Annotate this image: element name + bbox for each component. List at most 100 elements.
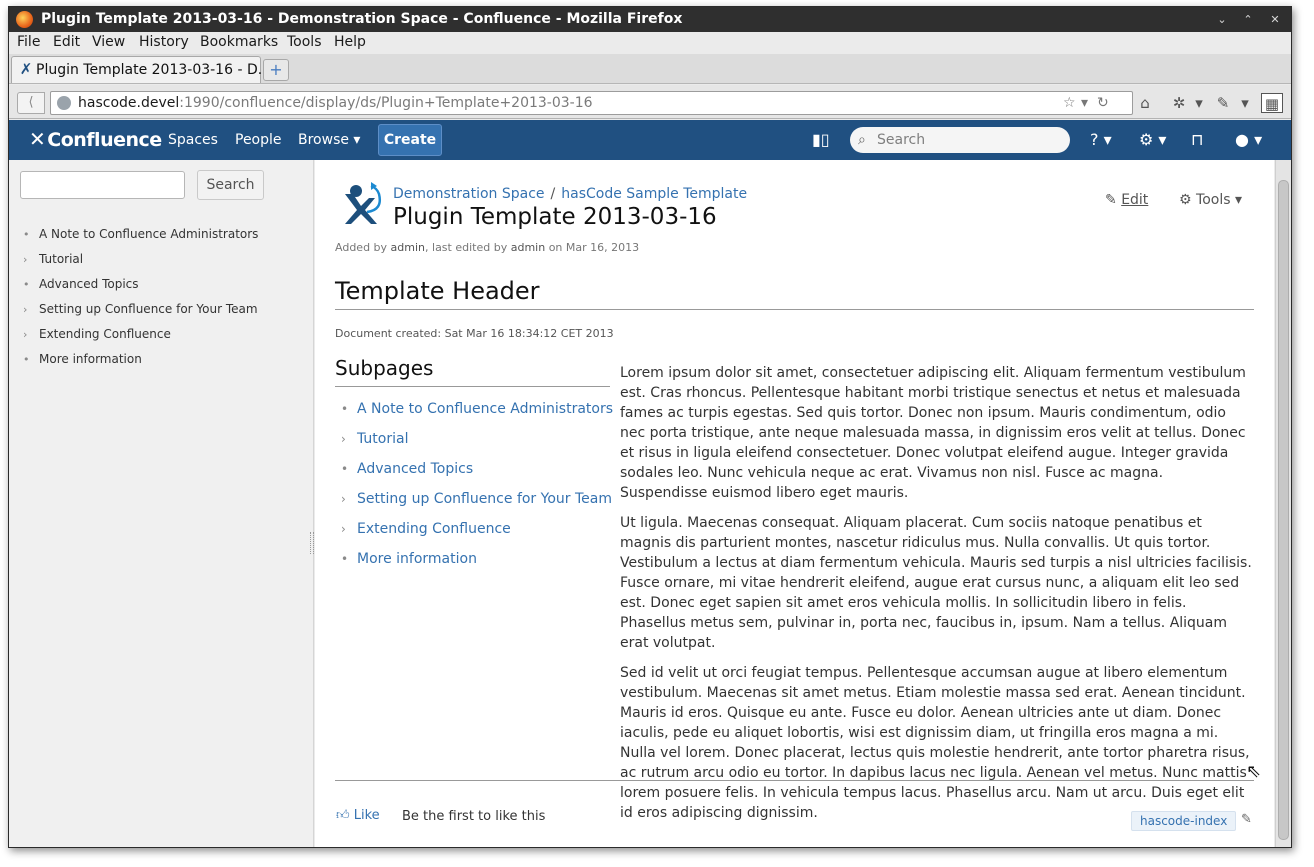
paragraph: Sed id velit ut orci feugiat tempus. Pel… xyxy=(620,665,1250,821)
meta-date[interactable]: Mar 16, 2013 xyxy=(566,241,639,254)
sidebar-search-button[interactable]: Search xyxy=(197,170,264,200)
nav-people[interactable]: People xyxy=(235,131,282,149)
sidebar-search-input[interactable] xyxy=(20,171,185,199)
back-arrow-icon[interactable]: ⟨ xyxy=(17,92,45,114)
sidebar-item-label: Tutorial xyxy=(39,252,84,266)
body-text: Lorem ipsum dolor sit amet, consectetuer… xyxy=(620,363,1252,833)
help-icon[interactable]: ? ▾ xyxy=(1090,129,1112,151)
tab-label: Plugin Template 2013-03-16 - D... xyxy=(36,62,272,78)
new-tab-button[interactable]: + xyxy=(263,59,289,81)
thumbs-up-icon: 👍︎ xyxy=(336,808,350,823)
reload-icon[interactable]: ↻ xyxy=(1097,92,1109,114)
header-divider xyxy=(335,309,1254,310)
search-input[interactable]: ⌕ Search xyxy=(850,127,1070,153)
scrollbar-thumb[interactable] xyxy=(1278,180,1289,840)
subpage-link-note[interactable]: • A Note to Confluence Administrators xyxy=(341,399,613,419)
url-bar[interactable]: hascode.devel:1990/confluence/display/ds… xyxy=(50,91,1133,115)
sidebar-item-label: Setting up Confluence for Your Team xyxy=(39,302,258,316)
page-tree-sidebar: Search • A Note to Confluence Administrat… xyxy=(9,160,314,847)
edit-button[interactable]: ✎ Edit xyxy=(1105,192,1148,208)
meta-edited-prefix: , last edited by xyxy=(425,241,508,254)
mouse-cursor-icon: ⇖ xyxy=(1246,761,1262,782)
footer-divider xyxy=(335,780,1254,781)
tab-strip: ✗ Plugin Template 2013-03-16 - D... + xyxy=(9,54,1291,84)
chevron-down-icon[interactable]: ▾ xyxy=(1239,93,1251,113)
paragraph: Lorem ipsum dolor sit amet, consectetuer… xyxy=(620,365,1246,501)
confluence-logo[interactable]: ✕ Confluence xyxy=(29,127,162,152)
menu-tools[interactable]: Tools xyxy=(287,34,322,50)
subpage-link-tutorial[interactable]: › Tutorial xyxy=(341,429,408,449)
sidebar-item-extending[interactable]: › Extending Confluence xyxy=(23,325,171,343)
subpage-link-more-info[interactable]: • More information xyxy=(341,549,477,569)
grid-icon[interactable]: ▦ xyxy=(1261,93,1283,113)
search-placeholder: Search xyxy=(877,132,926,148)
subpage-link-extending[interactable]: › Extending Confluence xyxy=(341,519,511,539)
label-tag[interactable]: hascode-index xyxy=(1131,811,1237,831)
menu-bookmarks[interactable]: Bookmarks xyxy=(200,34,278,50)
sidebar-item-label: Extending Confluence xyxy=(39,327,171,341)
like-button[interactable]: 👍︎ Like xyxy=(336,808,380,823)
subpages-heading: Subpages xyxy=(335,356,434,380)
nav-browse[interactable]: Browse ▾ xyxy=(298,131,360,149)
sidebar-item-advanced[interactable]: • Advanced Topics xyxy=(23,275,139,293)
sidebar-item-setup[interactable]: › Setting up Confluence for Your Team xyxy=(23,300,258,318)
firefox-icon xyxy=(16,11,33,28)
maximize-button[interactable]: ⌃ xyxy=(1239,12,1257,27)
eyedropper-icon[interactable]: ✎ xyxy=(1213,93,1233,113)
bullet-icon: • xyxy=(23,278,30,291)
document-created: Document created: Sat Mar 16 18:34:12 CE… xyxy=(335,327,614,340)
menu-file[interactable]: File xyxy=(17,34,40,50)
chevron-right-icon[interactable]: › xyxy=(23,251,39,269)
subpage-label: Setting up Confluence for Your Team xyxy=(357,491,612,507)
chevron-right-icon[interactable]: › xyxy=(341,519,357,539)
edit-label: Edit xyxy=(1121,192,1149,208)
dropdown-icon[interactable]: ▾ xyxy=(1081,92,1088,114)
chevron-right-icon[interactable]: › xyxy=(23,301,39,319)
sidebar-item-more-info[interactable]: • More information xyxy=(23,350,142,368)
menu-bar: File Edit View History Bookmarks Tools H… xyxy=(9,32,1291,54)
subpage-label: Extending Confluence xyxy=(357,521,511,537)
sidebar-item-tutorial[interactable]: › Tutorial xyxy=(23,250,83,268)
create-button[interactable]: Create xyxy=(378,124,442,156)
user-figure-icon: ● xyxy=(1235,130,1249,149)
chevron-right-icon[interactable]: › xyxy=(341,489,357,509)
subpage-link-advanced[interactable]: • Advanced Topics xyxy=(341,459,473,479)
minimize-button[interactable]: ⌄ xyxy=(1213,12,1231,27)
gear-icon[interactable]: ⚙ ▾ xyxy=(1139,129,1166,151)
tools-button[interactable]: ⚙ Tools ▾ xyxy=(1179,192,1242,208)
tab-current[interactable]: ✗ Plugin Template 2013-03-16 - D... xyxy=(11,56,271,83)
chevron-down-icon[interactable]: ▾ xyxy=(1193,93,1205,113)
pencil-icon[interactable]: ✎ xyxy=(1241,812,1252,827)
close-button[interactable]: ✕ xyxy=(1266,12,1284,27)
menu-history[interactable]: History xyxy=(139,34,189,50)
chevron-right-icon[interactable]: › xyxy=(23,326,39,344)
sidebar-toggle-icon[interactable]: ▮▯ xyxy=(812,129,830,151)
sidebar-item-label: More information xyxy=(39,352,142,366)
like-label: Like xyxy=(353,808,380,823)
breadcrumb-parent[interactable]: hasCode Sample Template xyxy=(561,186,747,202)
breadcrumb-space[interactable]: Demonstration Space xyxy=(393,186,545,202)
nav-spaces[interactable]: Spaces xyxy=(168,131,218,149)
sidebar-resize-handle[interactable] xyxy=(310,532,314,554)
bullet-icon: • xyxy=(341,552,349,566)
user-avatar-icon[interactable]: ● ▾ xyxy=(1235,129,1262,151)
menu-view[interactable]: View xyxy=(92,34,125,50)
url-text: hascode.devel:1990/confluence/display/ds… xyxy=(78,92,593,114)
confluence-x-icon: ✕ xyxy=(29,127,46,151)
title-bar: Plugin Template 2013-03-16 - Demonstrati… xyxy=(9,7,1291,32)
menu-help[interactable]: Help xyxy=(334,34,366,50)
inbox-icon[interactable]: ⊓ xyxy=(1191,129,1203,151)
subpage-link-setup[interactable]: › Setting up Confluence for Your Team xyxy=(341,489,612,509)
chevron-right-icon[interactable]: › xyxy=(341,429,357,449)
page-scrollbar[interactable] xyxy=(1275,160,1291,847)
star-icon[interactable]: ☆ xyxy=(1063,92,1076,114)
sidebar-item-note[interactable]: • A Note to Confluence Administrators xyxy=(23,225,258,243)
menu-edit[interactable]: Edit xyxy=(53,34,80,50)
puzzle-icon[interactable]: ✲ xyxy=(1169,93,1189,113)
meta-author[interactable]: admin xyxy=(391,241,425,254)
page-metadata: Added by admin, last edited by admin on … xyxy=(335,241,639,254)
meta-editor[interactable]: admin xyxy=(511,241,545,254)
confluence-favicon-icon: ✗ xyxy=(19,60,33,78)
user-menu-caret: ▾ xyxy=(1254,130,1263,149)
home-icon[interactable]: ⌂ xyxy=(1135,93,1155,113)
